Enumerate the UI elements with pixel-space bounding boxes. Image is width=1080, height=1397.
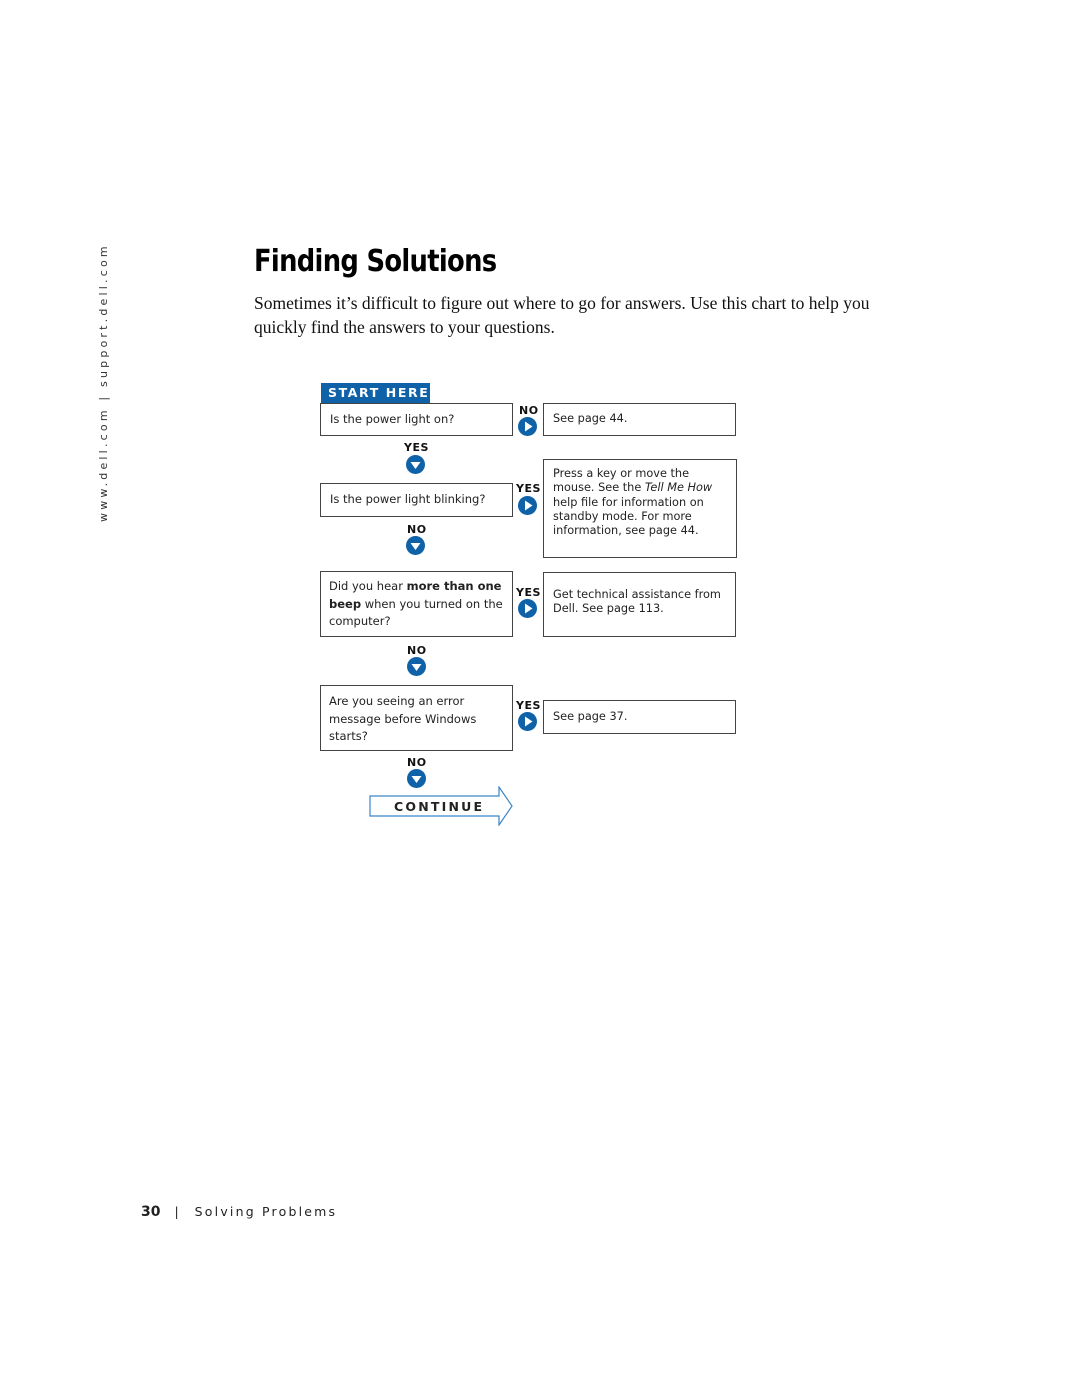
question-text: Is the power light blinking?	[330, 492, 486, 506]
intro-paragraph: Sometimes it’s difficult to figure out w…	[254, 293, 870, 337]
question-text: Are you seeing an error message before W…	[329, 694, 477, 743]
branch-label-no: NO	[407, 644, 427, 657]
continue-label: CONTINUE	[394, 799, 485, 814]
answer-box-3: Get technical assistance from Dell. See …	[543, 572, 736, 637]
continue-arrow: CONTINUE	[369, 785, 514, 827]
section-name: Solving Problems	[194, 1204, 338, 1219]
side-url-text: www.dell.com | support.dell.com	[97, 243, 113, 522]
branch-label-no: NO	[407, 756, 427, 769]
question-box-2: Is the power light blinking?	[320, 483, 513, 517]
branch-label-no: NO	[519, 404, 539, 417]
branch-label-yes: YES	[404, 441, 429, 454]
footer-separator: |	[174, 1204, 179, 1219]
question-text: Did you hear	[329, 579, 407, 593]
answer-text: help file for information on standby mod…	[553, 495, 704, 538]
answer-box-2: Press a key or move the mouse. See the T…	[543, 459, 737, 558]
start-here-label: START HERE	[321, 383, 430, 403]
down-arrow-icon	[407, 657, 426, 676]
right-arrow-icon	[518, 712, 537, 731]
question-box-1: Is the power light on?	[320, 403, 513, 436]
down-arrow-icon	[406, 536, 425, 555]
question-box-3: Did you hear more than one beep when you…	[320, 571, 513, 637]
answer-box-1: See page 44.	[543, 403, 736, 436]
question-text: Is the power light on?	[330, 412, 455, 426]
page-number: 30	[141, 1204, 161, 1220]
branch-label-yes: YES	[516, 699, 541, 712]
page-footer: 30 | Solving Problems	[141, 1204, 337, 1220]
right-arrow-icon	[518, 599, 537, 618]
page-title: Finding Solutions	[254, 244, 497, 279]
right-arrow-icon	[518, 496, 537, 515]
answer-text: See page 44.	[553, 412, 628, 425]
side-url-label: www.dell.com | support.dell.com	[97, 243, 110, 522]
right-arrow-icon	[518, 417, 537, 436]
branch-label-yes: YES	[516, 586, 541, 599]
answer-box-4: See page 37.	[543, 700, 736, 734]
branch-label-no: NO	[407, 523, 427, 536]
branch-label-yes: YES	[516, 482, 541, 495]
tell-me-how-reference: Tell Me How	[644, 481, 713, 495]
answer-text: Get technical assistance from Dell. See …	[553, 588, 721, 616]
question-box-4: Are you seeing an error message before W…	[320, 685, 513, 751]
answer-text: See page 37.	[553, 710, 628, 723]
down-arrow-icon	[406, 455, 425, 474]
